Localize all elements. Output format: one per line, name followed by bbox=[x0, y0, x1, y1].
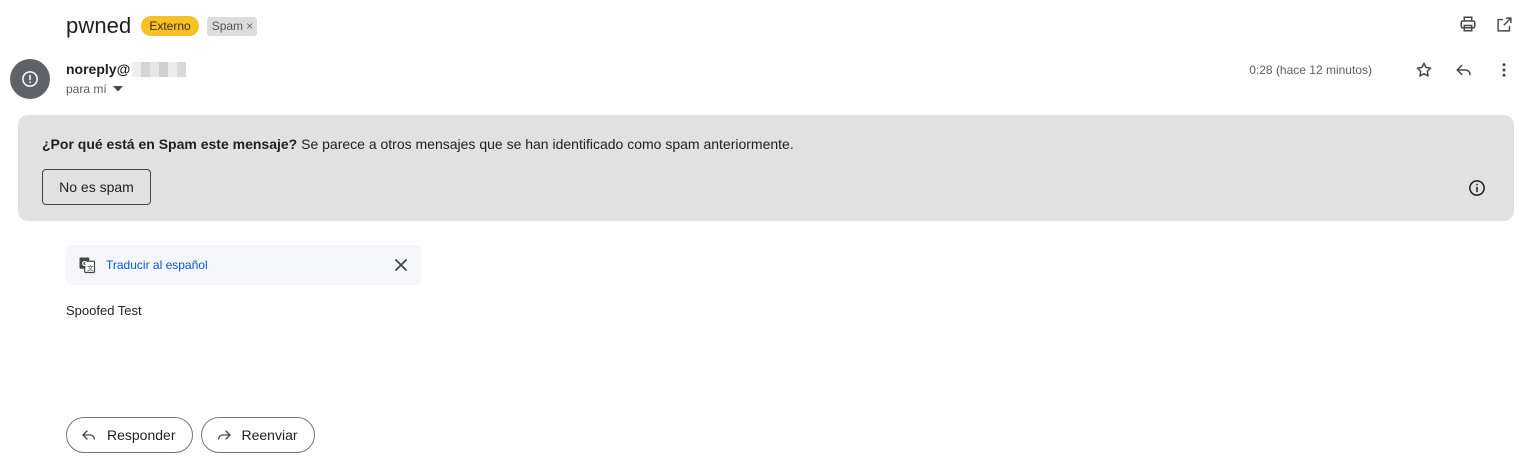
translate-link[interactable]: Traducir al español bbox=[106, 258, 208, 272]
reply-button[interactable] bbox=[1454, 60, 1474, 80]
caret-down-icon bbox=[112, 86, 123, 92]
translate-icon: G 文 bbox=[79, 257, 96, 274]
spam-warning-banner: ¿Por qué está en Spam este mensaje? Se p… bbox=[18, 115, 1514, 221]
more-options-button[interactable] bbox=[1494, 60, 1514, 80]
sender-address-prefix: noreply@ bbox=[66, 61, 131, 77]
message-action-row: Responder Reenviar bbox=[66, 417, 315, 453]
print-button[interactable] bbox=[1458, 14, 1478, 34]
info-icon bbox=[1469, 180, 1485, 196]
remove-spam-label-button[interactable]: × bbox=[246, 17, 253, 36]
spam-label-chip: Spam × bbox=[206, 16, 258, 36]
external-badge: Externo bbox=[141, 16, 199, 36]
message-meta: 0:28 (hace 12 minutos) bbox=[1249, 60, 1514, 80]
sender-avatar[interactable] bbox=[10, 59, 50, 99]
thread-actions bbox=[1458, 14, 1514, 34]
svg-text:文: 文 bbox=[87, 263, 94, 272]
spam-label-text: Spam bbox=[211, 18, 244, 33]
open-in-new-window-button[interactable] bbox=[1494, 14, 1514, 34]
spam-info-button[interactable] bbox=[1467, 178, 1487, 198]
reply-action-label: Responder bbox=[107, 427, 176, 443]
message-body: Spoofed Test bbox=[66, 303, 142, 318]
more-vertical-icon bbox=[1502, 63, 1506, 77]
email-subject: pwned bbox=[66, 13, 132, 38]
translate-icon-wrap: G 文 bbox=[78, 256, 96, 274]
recipient-label: para mí bbox=[66, 82, 107, 96]
redacted-domain bbox=[132, 61, 187, 77]
print-icon bbox=[1460, 16, 1476, 32]
warning-avatar-icon bbox=[22, 71, 38, 87]
spam-reason-explanation: Se parece a otros mensajes que se han id… bbox=[297, 136, 794, 152]
spam-reason-question: ¿Por qué está en Spam este mensaje? bbox=[42, 136, 298, 152]
not-spam-button[interactable]: No es spam bbox=[42, 169, 151, 205]
close-translate-button[interactable] bbox=[393, 257, 409, 273]
reply-icon bbox=[1456, 64, 1471, 76]
message-timestamp: 0:28 (hace 12 minutos) bbox=[1249, 63, 1372, 77]
spam-reason-text: ¿Por qué está en Spam este mensaje? Se p… bbox=[42, 136, 794, 152]
forward-action-label: Reenviar bbox=[241, 427, 298, 443]
sender-name[interactable]: noreply@ bbox=[66, 61, 187, 77]
open-in-new-window-icon bbox=[1496, 16, 1512, 32]
forward-icon bbox=[217, 430, 231, 440]
subject-row: pwned Externo Spam × bbox=[66, 10, 258, 42]
close-icon bbox=[395, 259, 407, 271]
star-button[interactable] bbox=[1414, 60, 1434, 80]
forward-action-button[interactable]: Reenviar bbox=[200, 417, 315, 453]
star-icon bbox=[1416, 62, 1432, 77]
reply-action-button[interactable]: Responder bbox=[66, 417, 193, 453]
translate-bar: G 文 Traducir al español bbox=[66, 245, 421, 285]
reply-icon bbox=[82, 430, 95, 440]
recipient-details-toggle[interactable]: para mí bbox=[66, 82, 123, 96]
